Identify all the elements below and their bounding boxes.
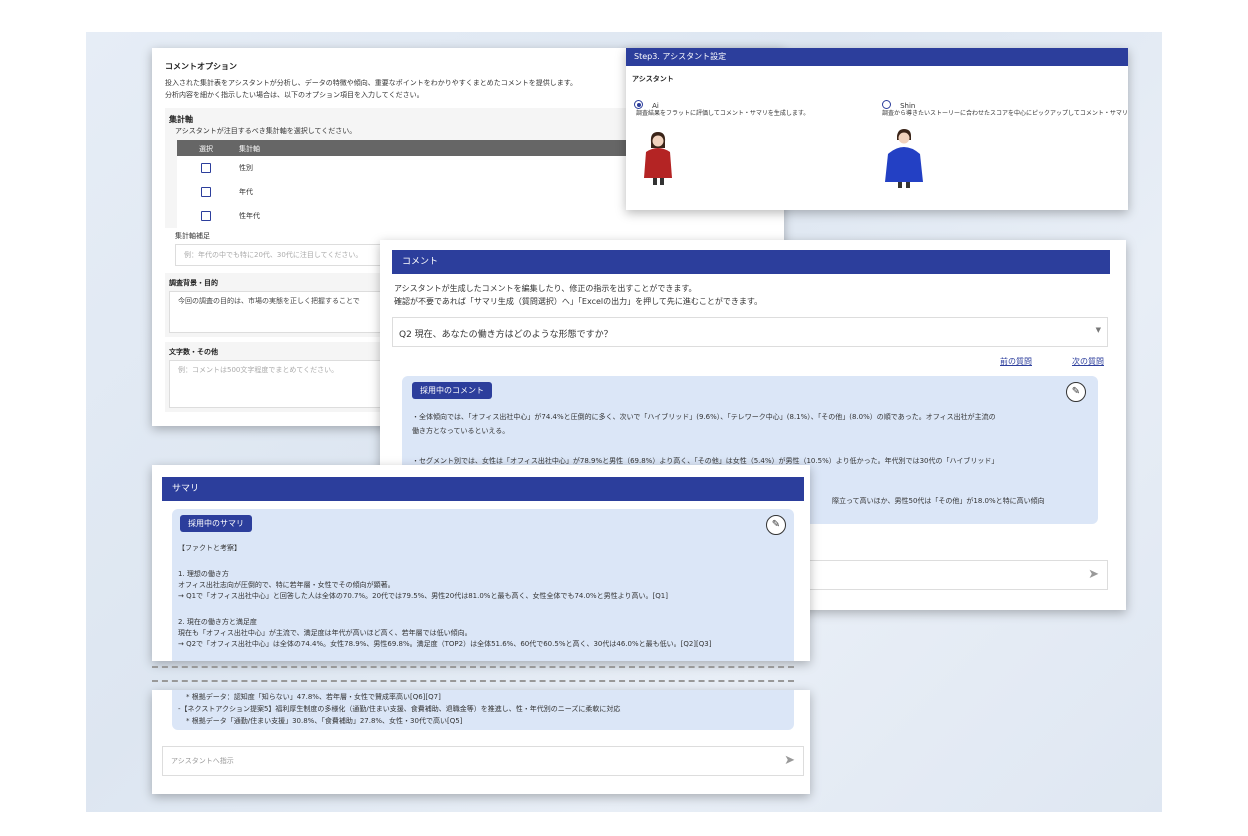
- assistant-desc: 調査結果をフラットに評価してコメント・サマリを生成します。: [636, 110, 810, 117]
- axis-row-label: 性年代: [239, 212, 260, 220]
- summary-line: → Q2で「オフィス出社中心」は全体の74.4%。女性78.9%、男性69.8%…: [178, 640, 712, 648]
- summary-line: * 根拠データ：認知度「知らない」47.8%、若年層・女性で賛成率高い[Q6][…: [186, 693, 441, 701]
- summary-line: 現在も「オフィス出社中心」が主流で、満足度は年代が高いほど高く、若年層では低い傾…: [178, 629, 472, 637]
- assistant-desc: 調査から導きたいストーリーに合わせたスコアを中心にピックアップしてコメント・サマ…: [882, 110, 1128, 117]
- summary-header: サマリ: [162, 477, 804, 501]
- adopted-comment-badge: 採用中のコメント: [412, 382, 492, 399]
- summary-section-title: 1. 理想の働き方: [178, 570, 229, 578]
- axis-desc: アシスタントが注目するべき集計軸を選択してください。: [175, 127, 357, 135]
- assistant-settings-panel: Step3. アシスタント設定 アシスタント Ai 調査結果をフラットに評価して…: [626, 48, 1128, 210]
- question-select[interactable]: Q2 現在、あなたの働き方はどのような形態ですか？ ▼: [392, 317, 1108, 347]
- pencil-icon[interactable]: ✎: [1066, 382, 1086, 402]
- supplement-label: 集計軸補足: [175, 232, 210, 240]
- col-axis: 集計軸: [239, 145, 260, 153]
- comment-text-line: ・全体傾向では、「オフィス出社中心」が74.4%と圧倒的に多く、次いで「ハイブリ…: [412, 413, 996, 421]
- pencil-icon[interactable]: ✎: [766, 515, 786, 535]
- summary-panel: サマリ 採用中のサマリ ✎ 【ファクトと考察】 1. 理想の働き方 オフィス出社…: [152, 465, 810, 661]
- summary-instruction-placeholder: アシスタントへ指示: [171, 757, 234, 765]
- options-title: コメントオプション: [165, 62, 237, 71]
- cut-divider: [152, 680, 794, 682]
- summary-line: オフィス出社志向が圧倒的で、特に若年層・女性でその傾向が顕著。: [178, 581, 395, 589]
- comment-desc-1: アシスタントが生成したコメントを編集したり、修正の指示を出すことができます。: [394, 284, 697, 293]
- axis-checkbox[interactable]: [201, 211, 211, 221]
- comment-instruction-input[interactable]: ➤: [800, 560, 1108, 590]
- summary-panel-bottom: * 根拠データ：認知度「知らない」47.8%、若年層・女性で賛成率高い[Q6][…: [152, 690, 810, 794]
- axis-row-label: 年代: [239, 188, 253, 196]
- axis-title: 集計軸: [169, 115, 193, 124]
- options-desc-1: 投入された集計表をアシスタントが分析し、データの特徴や傾向、重要なポイントをわか…: [165, 79, 578, 87]
- send-icon[interactable]: ➤: [784, 753, 795, 768]
- adopted-summary-bubble-bottom: * 根拠データ：認知度「知らない」47.8%、若年層・女性で賛成率高い[Q6][…: [172, 690, 794, 730]
- adopted-summary-badge: 採用中のサマリ: [180, 515, 252, 532]
- summary-section-title: 2. 現在の働き方と満足度: [178, 618, 257, 626]
- axis-checkbox[interactable]: [201, 163, 211, 173]
- summary-line: * 根拠データ「通勤/住まい支援」30.8%、「食費補助」27.8%、女性・30…: [186, 717, 463, 725]
- background-label: 調査背景・目的: [169, 279, 218, 287]
- chars-label: 文字数・その他: [169, 348, 218, 356]
- next-question-link[interactable]: 次の質問: [1072, 356, 1104, 367]
- prev-question-link[interactable]: 前の質問: [1000, 356, 1032, 367]
- axis-row-label: 性別: [239, 164, 253, 172]
- cut-divider: [152, 666, 794, 668]
- ai-avatar-icon: [644, 132, 672, 185]
- assistant-label: アシスタント: [632, 75, 674, 83]
- comment-header: コメント: [392, 250, 1110, 274]
- chevron-down-icon[interactable]: ▼: [1096, 326, 1101, 334]
- comment-text-line: 働き方となっているといえる。: [412, 427, 510, 435]
- summary-line: → Q1で「オフィス出社中心」と回答した人は全体の70.7%。20代では79.5…: [178, 592, 668, 600]
- adopted-summary-bubble: 採用中のサマリ ✎ 【ファクトと考察】 1. 理想の働き方 オフィス出社志向が圧…: [172, 509, 794, 661]
- send-icon[interactable]: ➤: [1088, 567, 1099, 582]
- axis-checkbox[interactable]: [201, 187, 211, 197]
- shin-avatar-icon: [885, 129, 923, 188]
- summary-line: -【ネクストアクション提案5】福利厚生制度の多様化（通勤/住まい支援、食費補助、…: [178, 705, 621, 713]
- assistant-header: Step3. アシスタント設定: [626, 48, 1128, 66]
- question-select-value: Q2 現在、あなたの働き方はどのような形態ですか？: [399, 330, 613, 340]
- options-desc-2: 分析内容を細かく指示したい場合は、以下のオプション項目を入力してください。: [165, 91, 424, 99]
- comment-text-line: 際立って高いほか、男性50代は「その他」が18.0%と特に高い傾向: [832, 497, 1045, 505]
- summary-heading: 【ファクトと考察】: [178, 544, 241, 552]
- summary-instruction-input[interactable]: アシスタントへ指示 ➤: [162, 746, 804, 776]
- col-select: 選択: [199, 145, 213, 153]
- comment-desc-2: 確認が不要であれば「サマリ生成（質問選択）へ」「Excelの出力」を押して先に進…: [394, 297, 763, 306]
